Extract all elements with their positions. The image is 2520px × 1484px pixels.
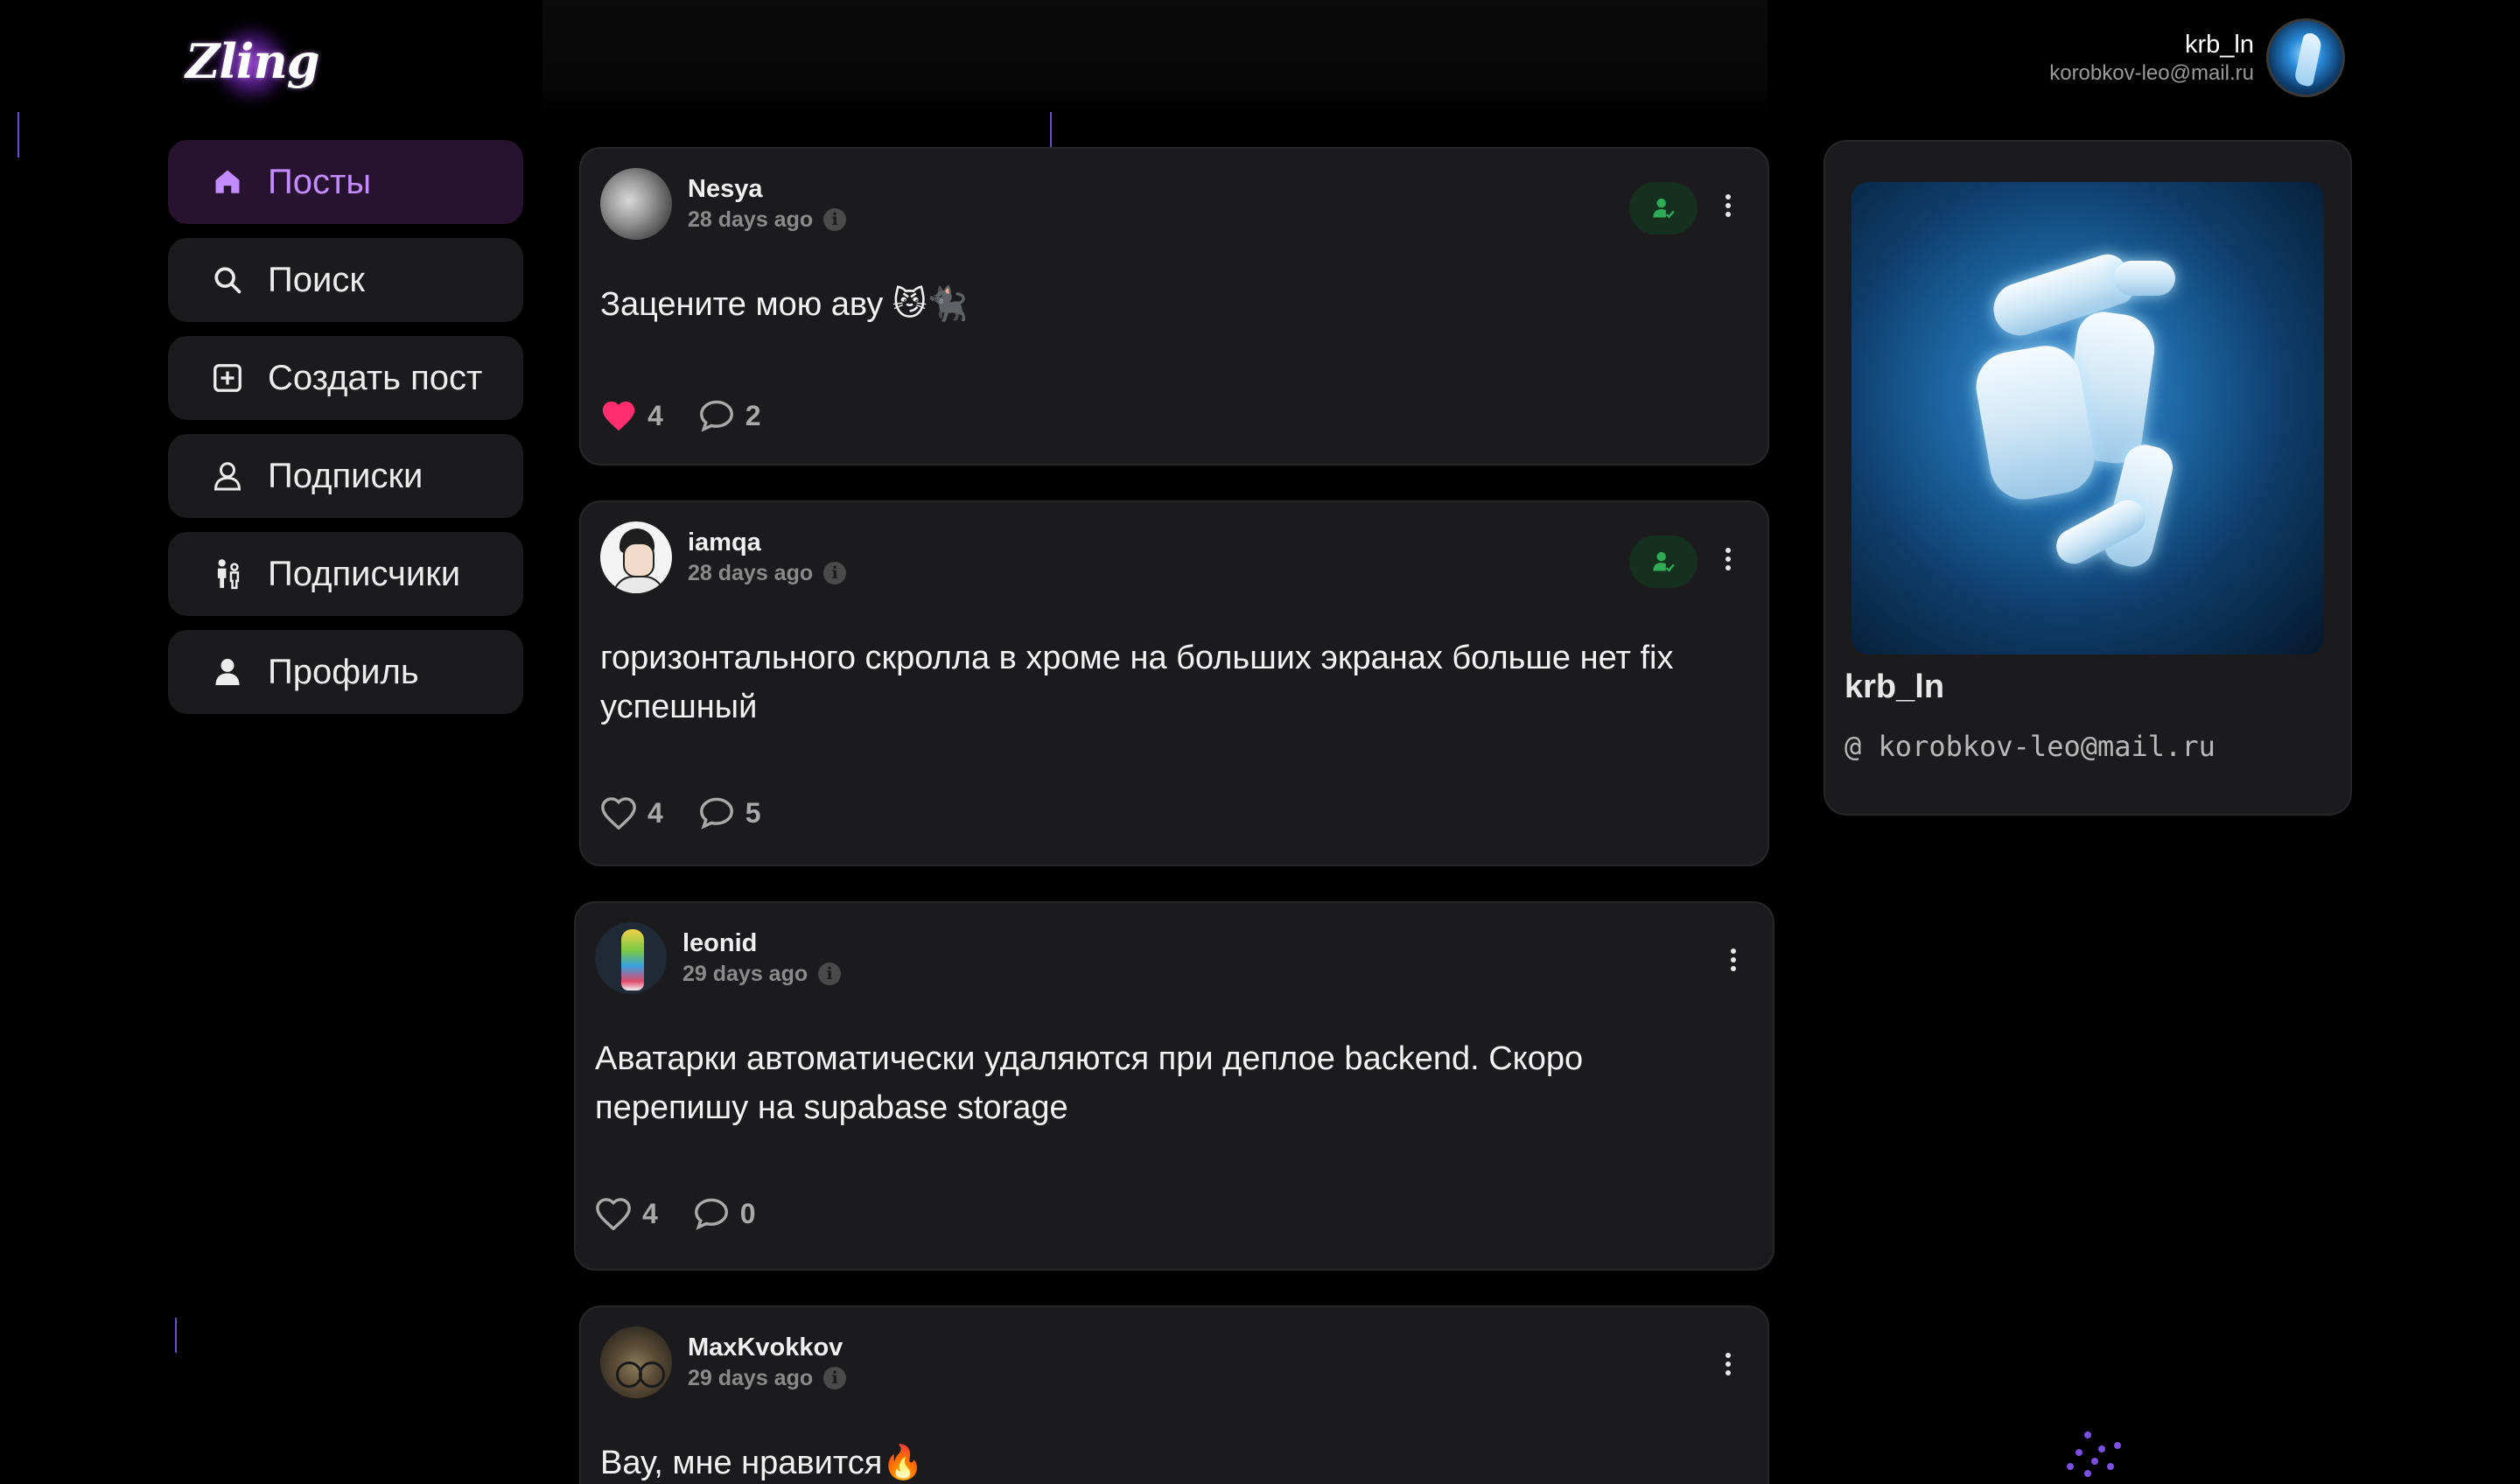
post-avatar[interactable]: [600, 1326, 672, 1398]
user-filled-icon: [210, 654, 245, 690]
home-icon: [210, 164, 245, 200]
comment-icon: [694, 1198, 728, 1230]
post-time-text: 28 days ago: [688, 207, 814, 232]
nav-item-profile[interactable]: Профиль: [168, 630, 523, 714]
like-count: 4: [642, 1197, 658, 1229]
heart-outline-icon: [596, 1198, 631, 1230]
header-user-email: korobkov-leo@mail.ru: [2049, 61, 2254, 85]
profile-username: krb_ln: [1844, 668, 1945, 705]
post-author[interactable]: MaxKvokkov: [688, 1332, 846, 1363]
more-options-icon[interactable]: [1729, 948, 1738, 975]
post-author[interactable]: iamqa: [688, 527, 846, 558]
post-time-text: 29 days ago: [682, 962, 808, 986]
nav-item-label: Создать пост: [268, 358, 483, 397]
comment-count: 2: [745, 399, 761, 431]
post-text: Зацените мою аву 😼🐈‍⬛: [600, 286, 969, 323]
header-user-name: krb_ln: [2185, 31, 2254, 59]
like-count: 4: [648, 399, 663, 431]
header-avatar[interactable]: [2266, 18, 2345, 97]
post-card[interactable]: iamqa 28 days ago i горизонтального скро…: [579, 500, 1769, 866]
post-card[interactable]: leonid 29 days ago i Аватарки автоматиче…: [574, 901, 1774, 1270]
nav-item-label: Профиль: [268, 652, 419, 691]
nav-item-followers[interactable]: Подписчики: [168, 532, 523, 616]
heart-outline-icon: [601, 797, 636, 830]
profile-email: korobkov-leo@mail.ru: [1878, 730, 2216, 763]
post-time: 28 days ago i: [688, 205, 847, 234]
post-header: leonid 29 days ago i: [595, 922, 842, 994]
profile-card: krb_ln @ korobkov-leo@mail.ru: [1824, 140, 2352, 816]
post-actions: 4 5: [600, 796, 796, 830]
post-avatar[interactable]: [600, 522, 672, 593]
nav-item-label: Посты: [268, 162, 372, 201]
post-header: MaxKvokkov 29 days ago i: [600, 1326, 847, 1398]
decor-line: [18, 112, 19, 158]
post-actions: 4 2: [600, 399, 796, 432]
profile-image[interactable]: [1852, 182, 2324, 654]
more-options-icon[interactable]: [1724, 194, 1732, 220]
like-button[interactable]: 4: [600, 796, 663, 830]
plus-square-icon: [210, 360, 245, 396]
post-actions: 4 0: [595, 1197, 791, 1230]
like-button[interactable]: 4: [595, 1197, 658, 1230]
post-time: 29 days ago i: [682, 959, 842, 989]
header-user[interactable]: krb_ln korobkov-leo@mail.ru: [2049, 16, 2345, 100]
post-time-text: 29 days ago: [688, 1366, 814, 1390]
logo-text: Zling: [186, 33, 319, 89]
following-badge[interactable]: [1629, 182, 1698, 234]
people-icon: [210, 556, 245, 592]
comment-icon: [699, 400, 733, 432]
nav-item-subscriptions[interactable]: Подписки: [168, 434, 523, 518]
nav-item-label: Подписки: [268, 456, 424, 495]
nav-item-label: Поиск: [268, 260, 365, 299]
header-band: [542, 0, 1768, 114]
comment-button[interactable]: 0: [693, 1197, 756, 1230]
post-author[interactable]: Nesya: [688, 173, 846, 205]
comment-count: 0: [739, 1197, 756, 1229]
nav-item-label: Подписчики: [268, 554, 461, 593]
like-count: 4: [648, 796, 663, 829]
profile-email-row: @ korobkov-leo@mail.ru: [1844, 730, 2216, 763]
user-check-icon: [1653, 198, 1675, 219]
comment-button[interactable]: 2: [698, 399, 761, 432]
info-icon[interactable]: i: [818, 962, 842, 985]
post-text: Вау, мне нравится🔥: [600, 1445, 924, 1481]
heart-filled-icon: [602, 401, 635, 431]
at-icon: @: [1844, 730, 1862, 763]
post-avatar[interactable]: [595, 922, 667, 994]
post-author[interactable]: leonid: [682, 928, 841, 959]
post-time-text: 28 days ago: [688, 561, 814, 585]
comment-icon: [699, 797, 733, 830]
post-time: 28 days ago i: [688, 558, 847, 588]
user-check-icon: [1653, 551, 1675, 572]
post-text: Аватарки автоматически удаляются при деп…: [595, 1040, 1584, 1126]
header-user-info: krb_ln korobkov-leo@mail.ru: [2049, 29, 2254, 87]
search-icon: [210, 262, 245, 298]
post-text: горизонтального скролла в хроме на больш…: [600, 640, 1674, 725]
nav-item-posts[interactable]: Посты: [168, 140, 523, 224]
nav-item-search[interactable]: Поиск: [168, 238, 523, 322]
post-header: iamqa 28 days ago i: [600, 522, 847, 593]
like-button[interactable]: 4: [600, 399, 663, 432]
app-root: Zling krb_ln korobkov-leo@mail.ru Посты …: [0, 0, 2520, 1484]
following-badge[interactable]: [1629, 536, 1698, 588]
comment-count: 5: [745, 796, 761, 829]
more-options-icon[interactable]: [1724, 1353, 1732, 1379]
decor-line: [175, 1318, 177, 1353]
nav-item-create-post[interactable]: Создать пост: [168, 336, 523, 420]
logo[interactable]: Zling: [186, 21, 319, 103]
post-avatar[interactable]: [600, 168, 672, 240]
more-options-icon[interactable]: [1724, 548, 1732, 574]
info-icon[interactable]: i: [823, 562, 847, 584]
post-card[interactable]: Nesya 28 days ago i Зацените мою аву 😼🐈‍…: [579, 147, 1769, 466]
decor-line: [1050, 112, 1052, 147]
info-icon[interactable]: i: [823, 1367, 847, 1390]
sidebar-nav: Посты Поиск Создать пост Подписки Подпис…: [168, 140, 523, 728]
post-header: Nesya 28 days ago i: [600, 168, 847, 240]
user-outline-icon: [210, 458, 245, 494]
post-time: 29 days ago i: [688, 1363, 847, 1393]
comment-button[interactable]: 5: [698, 796, 761, 830]
post-card[interactable]: MaxKvokkov 29 days ago i Вау, мне нравит…: [579, 1306, 1769, 1484]
info-icon[interactable]: i: [823, 208, 847, 231]
